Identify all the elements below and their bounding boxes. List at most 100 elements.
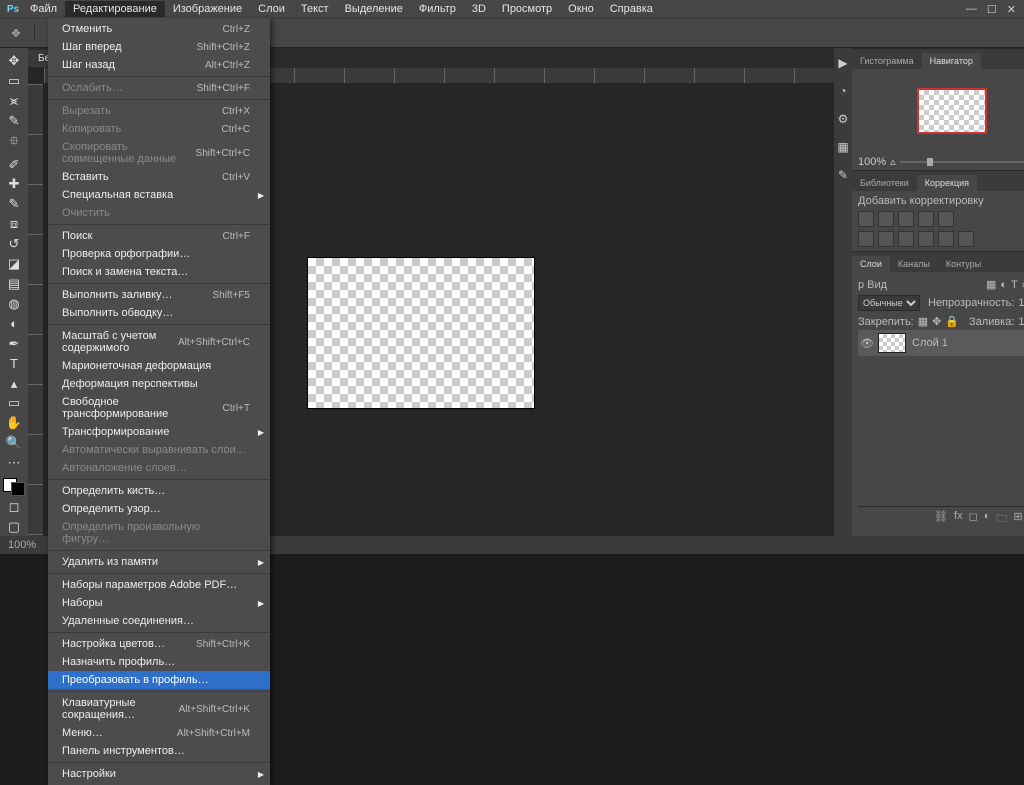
lock-all-icon[interactable]: 🔒 bbox=[945, 315, 959, 328]
shape-tool-icon[interactable]: ▭ bbox=[3, 395, 25, 413]
menu-изображение[interactable]: Изображение bbox=[165, 1, 250, 17]
menu-слои[interactable]: Слои bbox=[250, 1, 293, 17]
new-group-icon[interactable]: 🗀 bbox=[996, 510, 1007, 529]
lasso-tool-icon[interactable]: ⪤ bbox=[3, 92, 25, 110]
gradient-tool-icon[interactable]: ▤ bbox=[3, 275, 25, 293]
menu-item[interactable]: Деформация перспективы bbox=[48, 375, 270, 393]
menu-item[interactable]: Наборы▶ bbox=[48, 594, 270, 612]
menu-окно[interactable]: Окно bbox=[560, 1, 602, 17]
dodge-tool-icon[interactable]: ◐ bbox=[3, 315, 25, 333]
menu-item[interactable]: Настройка цветов…Shift+Ctrl+K bbox=[48, 635, 270, 653]
adj-exposure-icon[interactable] bbox=[918, 211, 934, 227]
healing-tool-icon[interactable]: ✚ bbox=[3, 176, 25, 194]
menu-просмотр[interactable]: Просмотр bbox=[494, 1, 560, 17]
menu-редактирование[interactable]: Редактирование bbox=[65, 1, 165, 17]
menu-item[interactable]: Удалить из памяти▶ bbox=[48, 553, 270, 571]
minimize-icon[interactable]: — bbox=[966, 3, 977, 16]
crop-tool-icon[interactable]: ⯐ bbox=[3, 132, 25, 154]
adj-channel-mixer-icon[interactable] bbox=[918, 231, 934, 247]
menu-item[interactable]: Проверка орфографии… bbox=[48, 245, 270, 263]
layer-name[interactable]: Слой 1 bbox=[912, 337, 948, 349]
history-brush-tool-icon[interactable]: ↺ bbox=[3, 235, 25, 253]
menu-item[interactable]: Определить узор… bbox=[48, 500, 270, 518]
layer-fx-icon[interactable]: fx bbox=[954, 510, 963, 529]
move-tool-icon[interactable]: ✥ bbox=[3, 52, 25, 70]
menu-текст[interactable]: Текст bbox=[293, 1, 337, 17]
menu-фильтр[interactable]: Фильтр bbox=[411, 1, 464, 17]
adj-vibrance-icon[interactable] bbox=[938, 211, 954, 227]
new-layer-icon[interactable]: ⊞ bbox=[1013, 510, 1022, 529]
history-icon[interactable]: ◔ bbox=[834, 82, 852, 100]
menu-item[interactable]: ОтменитьCtrl+Z bbox=[48, 20, 270, 38]
brushes-icon[interactable]: ✎ bbox=[834, 166, 852, 184]
menu-item[interactable]: ПоискCtrl+F bbox=[48, 227, 270, 245]
new-adjustment-icon[interactable]: ◐ bbox=[984, 510, 991, 529]
menu-item[interactable]: ВставитьCtrl+V bbox=[48, 168, 270, 186]
document-canvas[interactable] bbox=[308, 258, 534, 408]
lock-position-icon[interactable]: ✥ bbox=[932, 315, 941, 328]
layer-row[interactable]: 👁 Слой 1 bbox=[858, 330, 1024, 356]
edit-toolbar-icon[interactable]: ⋯ bbox=[3, 454, 25, 472]
eyedropper-tool-icon[interactable]: ✐ bbox=[3, 156, 25, 174]
menu-item[interactable]: Выполнить заливку…Shift+F5 bbox=[48, 286, 270, 304]
menu-item[interactable]: Выполнить обводку… bbox=[48, 304, 270, 322]
quick-select-tool-icon[interactable]: ✎ bbox=[3, 112, 25, 130]
marquee-tool-icon[interactable]: ▭ bbox=[3, 72, 25, 90]
zoom-out-icon[interactable]: ▵ bbox=[890, 155, 896, 168]
type-tool-icon[interactable]: T bbox=[3, 355, 25, 373]
tab-layers[interactable]: Слои bbox=[852, 256, 890, 272]
quickmask-icon[interactable]: ◻ bbox=[3, 498, 25, 516]
tab-adjustments[interactable]: Коррекция bbox=[917, 175, 977, 191]
filter-adjust-icon[interactable]: ◐ bbox=[1000, 279, 1007, 291]
tab-histogram[interactable]: Гистограмма bbox=[852, 53, 922, 69]
tab-libraries[interactable]: Библиотеки bbox=[852, 175, 917, 191]
tab-channels[interactable]: Каналы bbox=[890, 256, 938, 272]
menu-выделение[interactable]: Выделение bbox=[337, 1, 411, 17]
tab-navigator[interactable]: Навигатор bbox=[922, 53, 981, 69]
play-icon[interactable]: ▶ bbox=[834, 54, 852, 72]
color-swatch[interactable] bbox=[3, 478, 25, 496]
adj-brightness-icon[interactable] bbox=[858, 211, 874, 227]
filter-pixel-icon[interactable]: ▦ bbox=[986, 278, 996, 291]
menu-item[interactable]: Трансформирование▶ bbox=[48, 423, 270, 441]
adj-levels-icon[interactable] bbox=[878, 211, 894, 227]
menu-item[interactable]: Наборы параметров Adobe PDF… bbox=[48, 576, 270, 594]
menu-item[interactable]: Определить кисть… bbox=[48, 482, 270, 500]
hand-tool-icon[interactable]: ✋ bbox=[3, 414, 25, 432]
adj-bw-icon[interactable] bbox=[878, 231, 894, 247]
menu-item[interactable]: Клавиатурные сокращения…Alt+Shift+Ctrl+K bbox=[48, 694, 270, 724]
menu-item[interactable]: Панель инструментов… bbox=[48, 742, 270, 760]
stamp-tool-icon[interactable]: ⧈ bbox=[3, 215, 25, 233]
adj-photo-filter-icon[interactable] bbox=[898, 231, 914, 247]
zoom-tool-icon[interactable]: 🔍 bbox=[3, 434, 25, 452]
adj-color-lookup-icon[interactable] bbox=[938, 231, 954, 247]
menu-item[interactable]: Поиск и замена текста… bbox=[48, 263, 270, 281]
filter-type-icon[interactable]: T bbox=[1011, 279, 1018, 291]
menu-item[interactable]: Преобразовать в профиль… bbox=[48, 671, 270, 689]
swatches-icon[interactable]: ▦ bbox=[834, 138, 852, 156]
lock-pixels-icon[interactable]: ▦ bbox=[918, 315, 928, 328]
visibility-icon[interactable]: 👁 bbox=[860, 337, 872, 350]
screenmode-icon[interactable]: ▢ bbox=[3, 518, 25, 536]
menu-item[interactable]: Удаленные соединения… bbox=[48, 612, 270, 630]
properties-icon[interactable]: ⚙ bbox=[834, 110, 852, 128]
opacity-value[interactable]: 100% bbox=[1018, 297, 1024, 309]
adj-hue-icon[interactable] bbox=[858, 231, 874, 247]
menu-item[interactable]: Меню…Alt+Shift+Ctrl+M bbox=[48, 724, 270, 742]
tab-paths[interactable]: Контуры bbox=[938, 256, 989, 272]
menu-item[interactable]: Свободное трансформированиеCtrl+T bbox=[48, 393, 270, 423]
menu-item[interactable]: Настройки▶ bbox=[48, 765, 270, 783]
maximize-icon[interactable]: ☐ bbox=[987, 3, 997, 16]
menu-item[interactable]: Назначить профиль… bbox=[48, 653, 270, 671]
menu-item[interactable]: Шаг назадAlt+Ctrl+Z bbox=[48, 56, 270, 74]
navigator-zoom-slider[interactable] bbox=[900, 161, 1024, 163]
navigator-thumbnail[interactable] bbox=[917, 88, 987, 134]
menu-3d[interactable]: 3D bbox=[464, 1, 494, 17]
brush-tool-icon[interactable]: ✎ bbox=[3, 195, 25, 213]
layer-thumbnail[interactable] bbox=[878, 333, 906, 353]
menu-item[interactable]: Специальная вставка▶ bbox=[48, 186, 270, 204]
menu-файл[interactable]: Файл bbox=[22, 1, 65, 17]
menu-item[interactable]: Масштаб с учетом содержимогоAlt+Shift+Ct… bbox=[48, 327, 270, 357]
menu-item[interactable]: Шаг впередShift+Ctrl+Z bbox=[48, 38, 270, 56]
link-layers-icon[interactable]: ⛓ bbox=[934, 510, 948, 529]
